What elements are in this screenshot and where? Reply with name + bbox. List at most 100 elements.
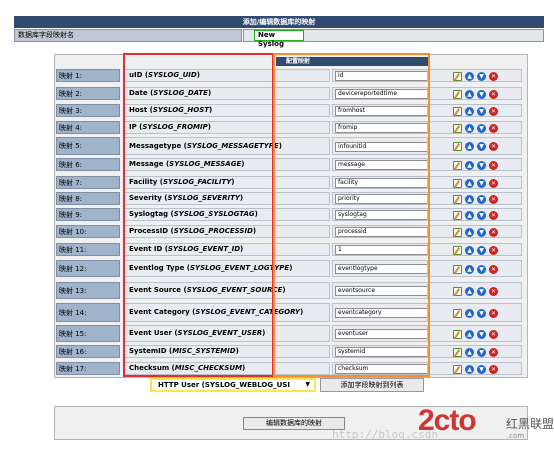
delete-icon[interactable] — [489, 330, 498, 339]
edit-icon[interactable] — [453, 107, 462, 116]
arrow-up-icon[interactable] — [465, 330, 474, 339]
mapping-row-actions — [427, 345, 522, 358]
add-mapping-button[interactable]: 添加字段映射到列表 — [320, 378, 424, 392]
arrow-down-icon[interactable] — [477, 124, 486, 133]
edit-icon[interactable] — [453, 348, 462, 357]
db-name-label: 数据库字段映射名 — [14, 29, 242, 42]
delete-icon[interactable] — [489, 90, 498, 99]
arrow-down-icon[interactable] — [477, 348, 486, 357]
delete-icon[interactable] — [489, 348, 498, 357]
arrow-down-icon[interactable] — [477, 330, 486, 339]
edit-icon[interactable] — [453, 365, 462, 374]
mapping-row-actions — [427, 282, 522, 299]
arrow-down-icon[interactable] — [477, 211, 486, 220]
edit-icon[interactable] — [453, 330, 462, 339]
watermark-cn: 红黑联盟 — [506, 417, 554, 431]
delete-icon[interactable] — [489, 287, 498, 296]
delete-icon[interactable] — [489, 309, 498, 318]
mapping-row-actions — [427, 104, 522, 117]
mapping-row-actions — [427, 243, 522, 256]
edit-icon[interactable] — [453, 195, 462, 204]
arrow-down-icon[interactable] — [477, 365, 486, 374]
mapping-row-actions — [427, 121, 522, 134]
arrow-up-icon[interactable] — [465, 348, 474, 357]
arrow-up-icon[interactable] — [465, 124, 474, 133]
delete-icon[interactable] — [489, 72, 498, 81]
mapping-row-actions — [427, 158, 522, 171]
mapping-row-number: 映射 15: — [56, 325, 120, 342]
mapping-row-number: 映射 4: — [56, 121, 120, 134]
edit-icon[interactable] — [453, 265, 462, 274]
edit-icon[interactable] — [453, 142, 462, 151]
arrow-down-icon[interactable] — [477, 90, 486, 99]
mapping-row-actions — [427, 303, 522, 322]
highlight-box-orange — [273, 53, 430, 377]
delete-icon[interactable] — [489, 246, 498, 255]
arrow-down-icon[interactable] — [477, 142, 486, 151]
arrow-up-icon[interactable] — [465, 228, 474, 237]
arrow-up-icon[interactable] — [465, 211, 474, 220]
arrow-down-icon[interactable] — [477, 161, 486, 170]
arrow-up-icon[interactable] — [465, 365, 474, 374]
arrow-down-icon[interactable] — [477, 107, 486, 116]
arrow-up-icon[interactable] — [465, 309, 474, 318]
mapping-row-number: 映射 8: — [56, 192, 120, 205]
mapping-row-number: 映射 3: — [56, 104, 120, 117]
edit-icon[interactable] — [453, 309, 462, 318]
delete-icon[interactable] — [489, 228, 498, 237]
db-name-input[interactable]: New Syslog — [254, 30, 304, 48]
edit-icon[interactable] — [453, 124, 462, 133]
delete-icon[interactable] — [489, 195, 498, 204]
arrow-up-icon[interactable] — [465, 179, 474, 188]
edit-icon[interactable] — [453, 90, 462, 99]
delete-icon[interactable] — [489, 124, 498, 133]
arrow-down-icon[interactable] — [477, 228, 486, 237]
db-name-row: 数据库字段映射名 New Syslog — [14, 29, 544, 48]
delete-icon[interactable] — [489, 161, 498, 170]
delete-icon[interactable] — [489, 107, 498, 116]
mapping-row-actions — [427, 87, 522, 100]
mapping-row-number: 映射 16: — [56, 345, 120, 358]
mapping-row-number: 映射 6: — [56, 158, 120, 171]
mapping-row-number: 映射 12: — [56, 260, 120, 277]
mapping-row-number: 映射 1: — [56, 69, 120, 82]
edit-icon[interactable] — [453, 179, 462, 188]
arrow-down-icon[interactable] — [477, 287, 486, 296]
mapping-row-number: 映射 7: — [56, 176, 120, 189]
delete-icon[interactable] — [489, 142, 498, 151]
arrow-up-icon[interactable] — [465, 90, 474, 99]
highlight-box-red — [123, 53, 274, 377]
arrow-up-icon[interactable] — [465, 72, 474, 81]
arrow-down-icon[interactable] — [477, 265, 486, 274]
arrow-down-icon[interactable] — [477, 309, 486, 318]
mapping-row-actions — [427, 137, 522, 155]
edit-icon[interactable] — [453, 287, 462, 296]
delete-icon[interactable] — [489, 211, 498, 220]
delete-icon[interactable] — [489, 365, 498, 374]
field-select[interactable]: HTTP User (SYSLOG_WEBLOG_USI ▼ — [150, 378, 316, 392]
edit-icon[interactable] — [453, 211, 462, 220]
arrow-down-icon[interactable] — [477, 72, 486, 81]
mapping-row-number: 映射 10: — [56, 225, 120, 238]
mapping-row-number: 映射 5: — [56, 137, 120, 155]
arrow-up-icon[interactable] — [465, 265, 474, 274]
arrow-down-icon[interactable] — [477, 179, 486, 188]
arrow-up-icon[interactable] — [465, 107, 474, 116]
mapping-row-number: 映射 13: — [56, 282, 120, 299]
delete-icon[interactable] — [489, 265, 498, 274]
arrow-up-icon[interactable] — [465, 195, 474, 204]
arrow-up-icon[interactable] — [465, 246, 474, 255]
save-mapping-button[interactable]: 编辑数据库的映射 — [243, 417, 345, 430]
edit-icon[interactable] — [453, 161, 462, 170]
arrow-up-icon[interactable] — [465, 287, 474, 296]
delete-icon[interactable] — [489, 179, 498, 188]
mapping-row-number: 映射 2: — [56, 87, 120, 100]
edit-icon[interactable] — [453, 228, 462, 237]
mapping-row-actions — [427, 192, 522, 205]
arrow-up-icon[interactable] — [465, 161, 474, 170]
edit-icon[interactable] — [453, 246, 462, 255]
edit-icon[interactable] — [453, 72, 462, 81]
arrow-down-icon[interactable] — [477, 195, 486, 204]
arrow-down-icon[interactable] — [477, 246, 486, 255]
arrow-up-icon[interactable] — [465, 142, 474, 151]
